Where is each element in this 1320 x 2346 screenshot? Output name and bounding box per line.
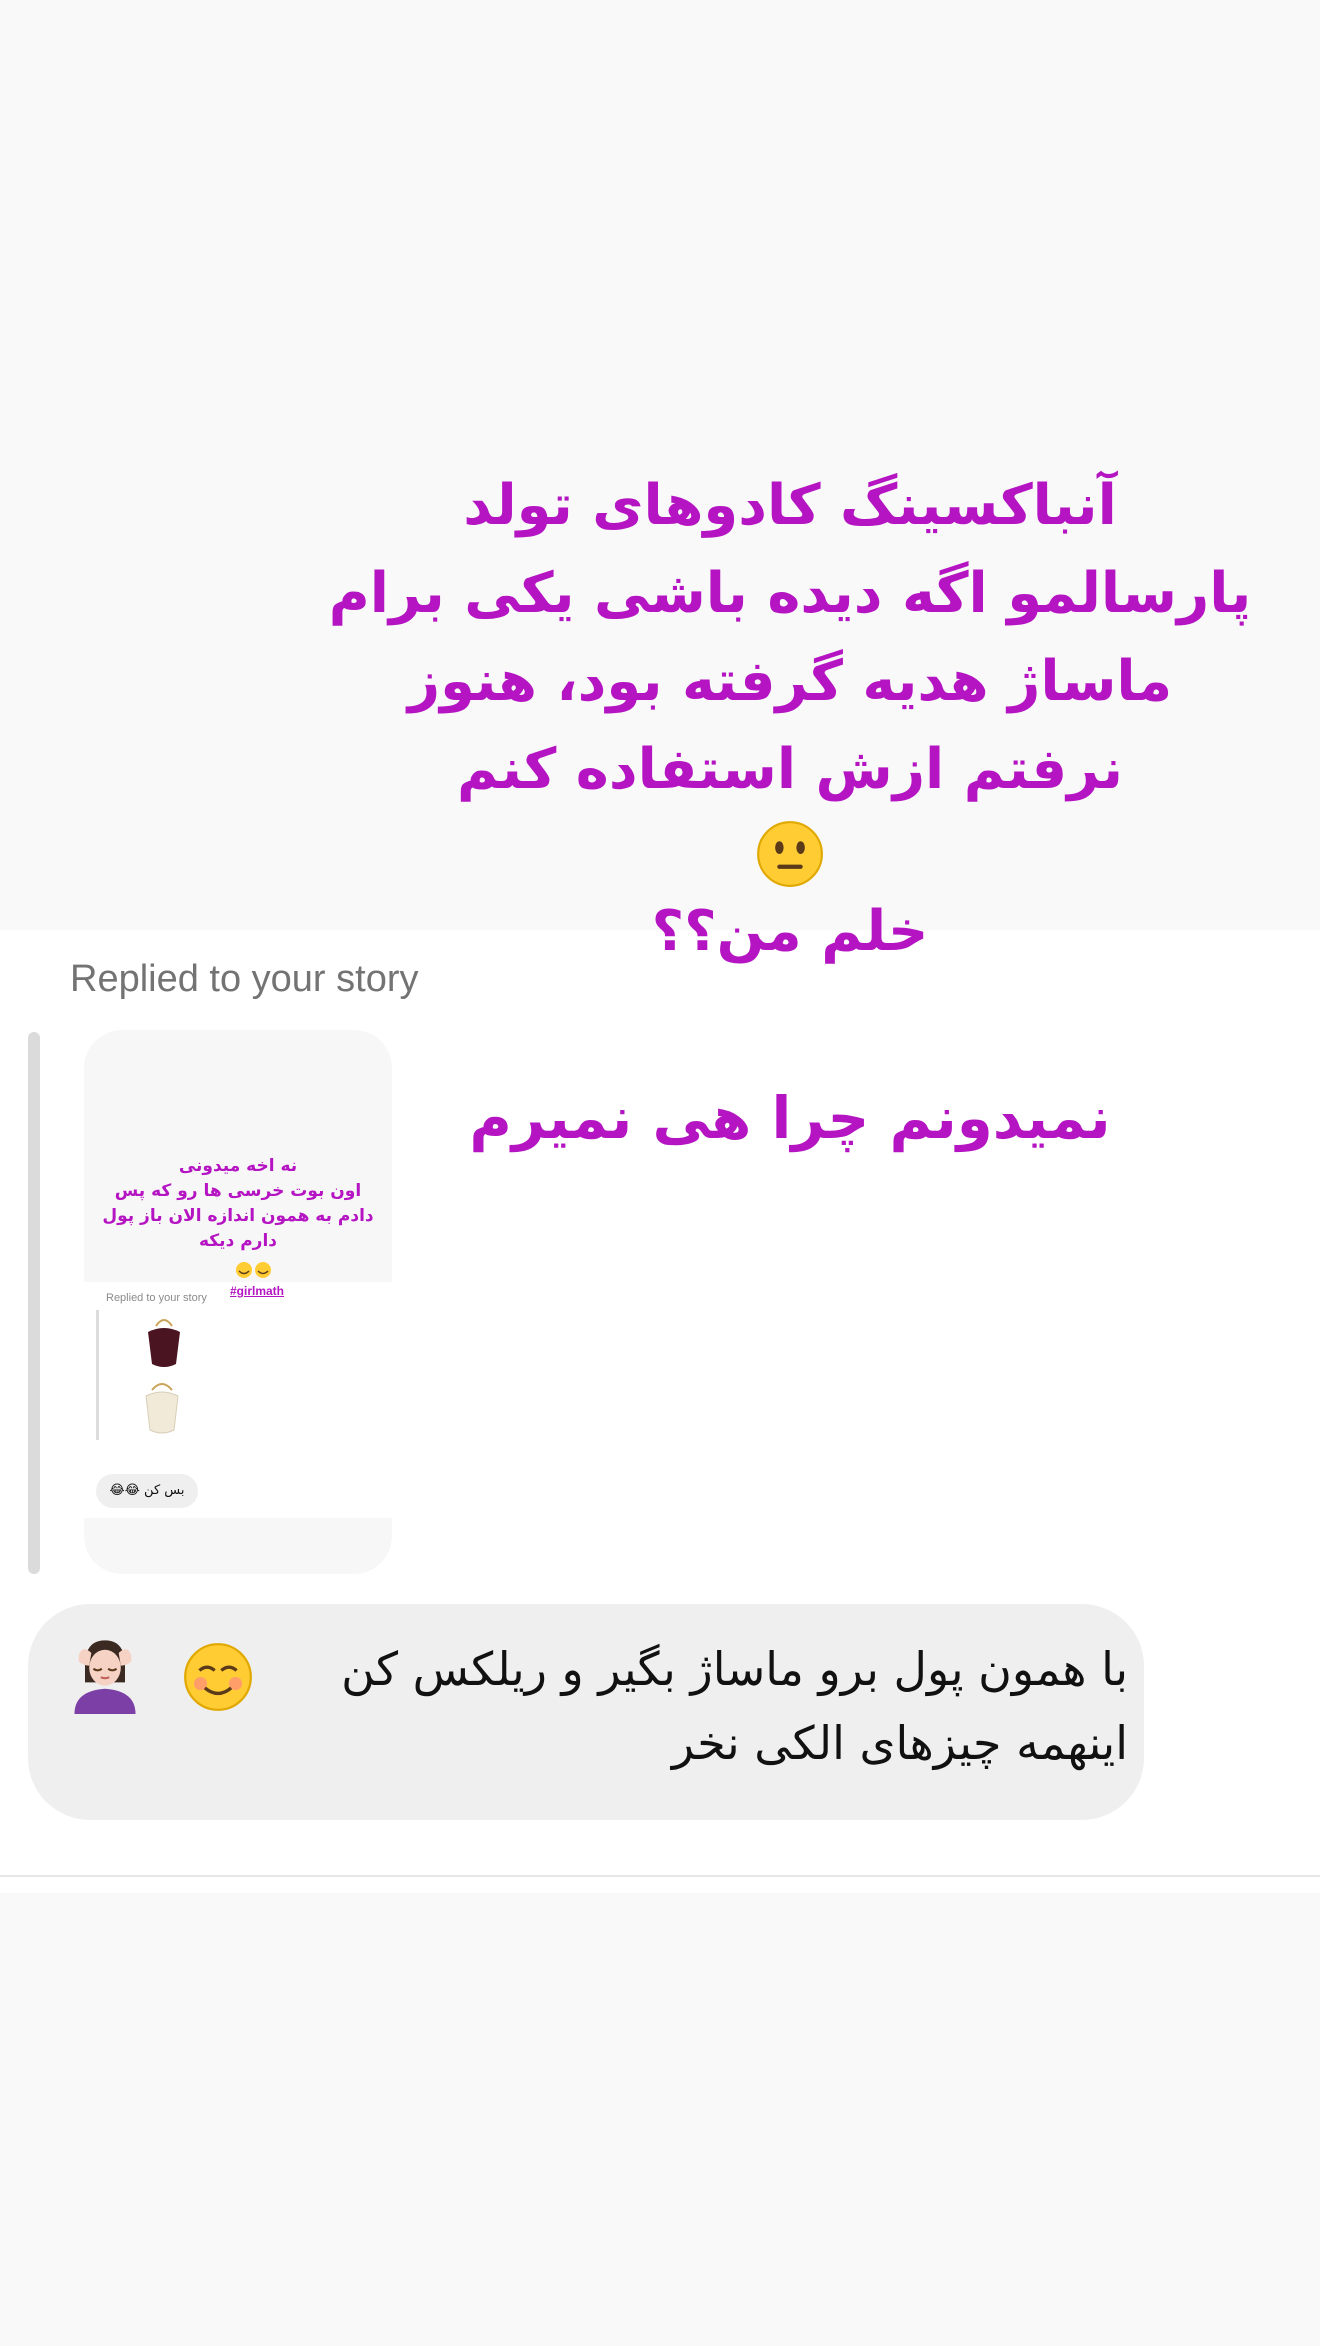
replied-to-story-label: Replied to your story	[70, 958, 419, 1000]
story-caption-text: نمیدونم چرا هی نمیرم	[469, 1084, 1111, 1152]
message-line-2: اینهمه چیزهای الکی نخر	[671, 1716, 1128, 1770]
grinning-emoji-icon	[236, 1262, 271, 1278]
story-overlay-last-line: خلم من؟؟	[651, 899, 929, 964]
story-thumbnail[interactable]: نه اخه میدونی اون بوت خرسی ها رو که پس د…	[84, 1030, 392, 1574]
story-overlay-text: آنباکسینگ کادوهای تولد پارسالمو اگه دیده…	[290, 462, 1290, 976]
story-overlay-line-3: ماساژ هدیه گرفته بود، هنوز	[407, 649, 1173, 714]
story-overlay-line-2: پارسالمو اگه دیده باشی یکی برام	[328, 561, 1252, 626]
smiling-face-icon	[184, 1643, 252, 1711]
story-overlay-line-1: آنباکسینگ کادوهای تولد	[463, 473, 1117, 538]
thumbnail-line-1: نه اخه میدونی	[178, 1156, 298, 1176]
story-overlay-line-4: نرفتم ازش استفاده کنم	[456, 737, 1124, 802]
thumbnail-line-3: دادم به همون اندازه الان باز پول	[102, 1206, 374, 1226]
message-bubble[interactable]: با همون پول برو ماساژ بگیر و ریلکس کن ای…	[28, 1604, 1144, 1820]
thumbnail-inner-chat: Replied to your story بس کن 😂😂	[84, 1282, 392, 1518]
thumbnail-line-4: دارم دیکه	[198, 1231, 278, 1251]
neutral-face-icon	[757, 821, 823, 887]
reply-indicator-bar	[28, 1032, 40, 1574]
thumbnail-message-bubble: بس کن 😂😂	[96, 1474, 198, 1508]
bottom-background	[0, 1893, 1320, 2346]
thumbnail-text: نه اخه میدونی اون بوت خرسی ها رو که پس د…	[84, 1154, 392, 1254]
cream-bag-icon	[145, 1383, 179, 1434]
thumbnail-line-2: اون بوت خرسی ها رو که پس	[114, 1181, 362, 1201]
dark-bag-icon	[148, 1319, 180, 1367]
thumbnail-replied-label: Replied to your story	[106, 1292, 207, 1304]
thumbnail-hashtag: #girlmath	[230, 1284, 285, 1298]
person-getting-massage-icon	[74, 1640, 136, 1714]
chat-divider	[0, 1875, 1320, 1877]
thumbnail-reply-bar	[96, 1310, 99, 1440]
